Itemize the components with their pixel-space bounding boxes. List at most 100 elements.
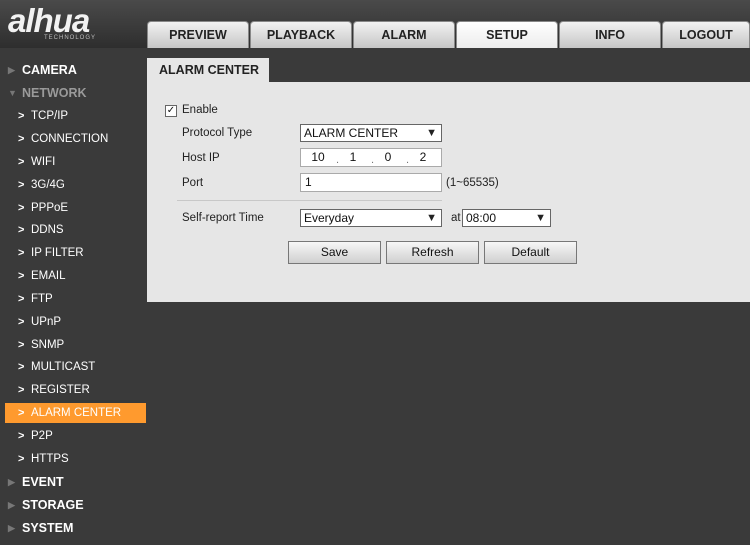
sidebar-item-https[interactable]: > HTTPS [0,449,146,469]
chevron-right-icon: > [18,156,25,168]
sidebar-item-ip-filter[interactable]: > IP FILTER [0,243,146,263]
sidebar-item-label: EMAIL [31,270,66,282]
sidebar-item-3g4g[interactable]: >3G/4G [0,175,146,195]
sidebar-category-label: EVENT [22,475,64,489]
sidebar-item-connection[interactable]: > CONNECTION [0,129,146,149]
tab-preview[interactable]: PREVIEW [147,21,249,48]
chevron-right-icon: > [18,224,25,236]
host-ip-field: 10 . 1 . 0 . 2 [300,148,442,167]
divider [177,200,442,201]
sidebar-item-snmp[interactable]: > SNMP [0,335,146,355]
sidebar-item-label: CONNECTION [31,133,109,145]
sidebar-item-label: WIFI [31,156,56,168]
chevron-down-icon: ▼ [426,212,437,224]
top-bar: alhua TECHNOLOGY PREVIEW PLAYBACK ALARM … [0,0,750,48]
host-ip-label: Host IP [182,152,220,164]
sidebar-item-multicast[interactable]: > MULTICAST [0,357,146,377]
self-report-day-select[interactable]: Everyday ▼ [300,209,442,227]
caret-right-icon: ▶ [8,65,15,75]
self-report-time-value: 08:00 [466,211,497,225]
tab-setup[interactable]: SETUP [456,21,558,48]
caret-right-icon: ▶ [8,523,15,533]
tab-alarm[interactable]: ALARM [353,21,455,48]
chevron-right-icon: > [18,407,25,419]
tab-logout[interactable]: LOGOUT [662,21,750,48]
sidebar-item-label: TCP/IP [31,110,69,122]
chevron-right-icon: > [18,270,25,282]
sidebar-item-label: FTP [31,293,53,305]
sidebar-item-label: ALARM CENTER [31,407,122,419]
self-report-time-select[interactable]: 08:00 ▼ [462,209,551,227]
caret-down-icon: ▼ [8,88,17,98]
sidebar-item-label: UPnP [31,316,62,328]
sidebar-item-register[interactable]: > REGISTER [0,380,146,400]
enable-label: Enable [182,104,218,116]
chevron-right-icon: > [18,339,25,351]
enable-checkbox[interactable]: ✓ [165,105,177,117]
sidebar-item-email[interactable]: > EMAIL [0,266,146,286]
chevron-right-icon: > [18,316,25,328]
sidebar-item-tcpip[interactable]: > TCP/IP [0,106,146,126]
sidebar-item-label: MULTICAST [31,361,96,373]
sidebar-category-event[interactable]: ▶ EVENT [0,471,146,493]
chevron-right-icon: > [18,179,25,191]
sidebar-item-label: HTTPS [31,453,69,465]
port-input[interactable]: 1 [300,173,442,192]
chevron-right-icon: > [18,110,25,122]
protocol-type-label: Protocol Type [182,127,253,139]
caret-right-icon: ▶ [8,477,15,487]
sidebar-item-pppoe[interactable]: > PPPoE [0,198,146,218]
ip-octet-4[interactable]: 2 [409,149,437,166]
sidebar-item-label: PPPoE [31,202,69,214]
sidebar-item-ddns[interactable]: > DDNS [0,220,146,240]
sidebar-category-network[interactable]: ▼ NETWORK [0,82,146,104]
sidebar-item-label: 3G/4G [31,179,65,191]
sidebar-category-label: STORAGE [22,498,84,512]
tab-info[interactable]: INFO [559,21,661,48]
sidebar-category-label: SYSTEM [22,521,74,535]
chevron-right-icon: > [18,202,25,214]
port-range-hint: (1~65535) [446,177,499,189]
ip-octet-1[interactable]: 10 [304,149,332,166]
sidebar-item-wifi[interactable]: > WIFI [0,152,146,172]
default-button[interactable]: Default [484,241,577,264]
chevron-right-icon: > [18,453,25,465]
port-label: Port [182,177,204,189]
sidebar-item-label: DDNS [31,224,64,236]
logo-subtext: TECHNOLOGY [44,35,97,41]
chevron-right-icon: > [18,293,25,305]
chevron-down-icon: ▼ [535,212,546,224]
chevron-right-icon: > [18,247,25,259]
sidebar-category-label: CAMERA [22,63,77,77]
sidebar-item-alarm-center[interactable]: > ALARM CENTER [5,403,146,423]
tab-playback[interactable]: PLAYBACK [250,21,352,48]
sidebar-category-system[interactable]: ▶ SYSTEM [0,517,146,539]
self-report-day-value: Everyday [304,211,355,225]
caret-right-icon: ▶ [8,500,15,510]
sidebar-item-label: IP FILTER [31,247,84,259]
sidebar-item-upnp[interactable]: > UPnP [0,312,146,332]
alarm-center-panel: ✓ Enable Protocol Type ALARM CENTER ▼ Ho… [147,82,750,302]
at-label: at [451,212,461,224]
sidebar-item-label: SNMP [31,339,65,351]
protocol-type-select[interactable]: ALARM CENTER ▼ [300,124,442,142]
ip-octet-2[interactable]: 1 [339,149,367,166]
protocol-type-value: ALARM CENTER [304,126,399,140]
save-button[interactable]: Save [288,241,381,264]
ip-octet-3[interactable]: 0 [374,149,402,166]
sidebar-item-label: P2P [31,430,53,442]
chevron-right-icon: > [18,430,25,442]
chevron-right-icon: > [18,133,25,145]
self-report-time-label: Self-report Time [182,212,264,224]
sidebar-category-camera[interactable]: ▶ CAMERA [0,59,146,81]
refresh-button[interactable]: Refresh [386,241,479,264]
chevron-right-icon: > [18,361,25,373]
sidebar-category-label: NETWORK [22,86,87,100]
sidebar-category-storage[interactable]: ▶ STORAGE [0,494,146,516]
sidebar-item-ftp[interactable]: > FTP [0,289,146,309]
sidebar-item-label: REGISTER [31,384,90,396]
chevron-down-icon: ▼ [426,127,437,139]
chevron-right-icon: > [18,384,25,396]
page-title: ALARM CENTER [147,58,269,82]
sidebar-item-p2p[interactable]: > P2P [0,426,146,446]
